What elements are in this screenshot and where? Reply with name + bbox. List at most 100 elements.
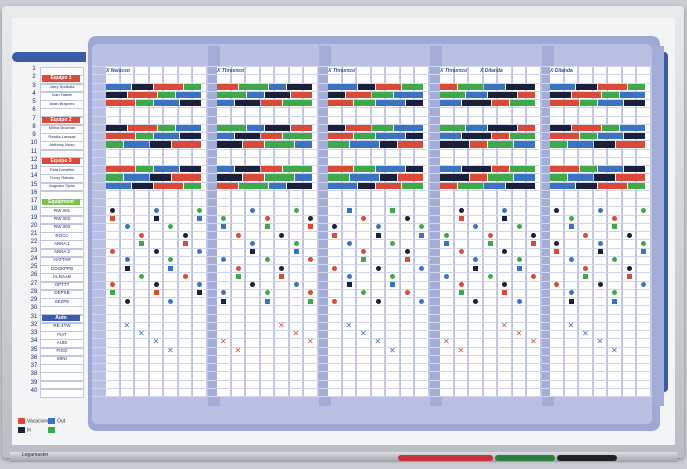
x-mark: ✕ — [152, 337, 160, 347]
person-name: Rastila Larssac — [48, 133, 76, 139]
round-magnet — [346, 240, 352, 246]
row-number: 22 — [30, 239, 38, 246]
magnet-strip — [466, 124, 487, 131]
magnet-strip — [380, 174, 397, 181]
magnet-strip — [462, 100, 491, 107]
magnet-strip — [106, 124, 127, 131]
group-label: Equipo 3 — [42, 157, 80, 164]
x-mark: ✕ — [530, 337, 537, 347]
square-magnet — [346, 207, 352, 213]
magnet-strip — [154, 100, 179, 107]
magnet-strip — [287, 83, 312, 90]
square-magnet — [473, 265, 478, 271]
magnet-strip — [598, 100, 623, 107]
magnet-strip — [550, 91, 571, 98]
magnet-strip — [283, 166, 312, 173]
x-mark: ✕ — [360, 329, 367, 338]
square-magnet — [516, 265, 522, 271]
magnet-strip — [124, 141, 149, 148]
black-marker[interactable] — [557, 455, 617, 461]
magnet-strip — [398, 141, 423, 148]
magnet-strip — [372, 124, 393, 131]
magnet-strip — [287, 182, 312, 189]
magnet-strip — [492, 133, 509, 140]
magnet-strip — [354, 100, 375, 107]
schedule-header: X Neiasso — [106, 68, 130, 74]
square-magnet — [375, 232, 381, 238]
row-number: 34 — [30, 338, 38, 345]
legend-swatch — [48, 418, 55, 424]
magnet-strip — [550, 174, 567, 181]
magnet-strip — [184, 83, 201, 90]
round-magnet — [583, 265, 588, 271]
magnet-strip — [602, 124, 619, 131]
magnet-strip — [616, 141, 645, 148]
left-header-bar — [12, 52, 86, 62]
round-magnet — [197, 207, 202, 213]
magnet-strip — [283, 133, 312, 140]
row-number: 2 — [32, 74, 36, 81]
magnet-strip — [406, 133, 423, 140]
green-marker[interactable] — [495, 455, 555, 461]
round-magnet — [139, 232, 144, 238]
magnet-strip — [580, 100, 597, 107]
magnet-strip — [265, 91, 290, 98]
round-magnet — [124, 298, 130, 304]
magnet-strip — [488, 174, 513, 181]
round-magnet — [458, 207, 464, 213]
magnet-strip — [328, 166, 353, 173]
row-number: 15 — [30, 181, 38, 188]
row-number: 12 — [30, 156, 38, 163]
square-magnet — [110, 290, 115, 296]
round-magnet — [332, 265, 337, 271]
magnet-strip — [217, 133, 234, 140]
magnet-strip — [506, 83, 535, 90]
magnet-strip — [261, 100, 282, 107]
magnet-strip — [470, 141, 487, 148]
x-mark: ✕ — [123, 320, 131, 330]
magnet-strip — [594, 141, 615, 148]
x-mark: ✕ — [374, 337, 382, 347]
row-number: 11 — [30, 148, 38, 155]
magnet-strip — [550, 124, 571, 131]
magnet-strip — [235, 133, 260, 140]
row-number: 16 — [30, 189, 38, 196]
round-magnet — [487, 232, 493, 238]
round-magnet — [554, 240, 559, 246]
magnet-strip — [380, 141, 397, 148]
magnet-strip — [594, 174, 615, 181]
round-magnet — [264, 257, 270, 263]
row-number: 26 — [30, 272, 38, 279]
row-line — [92, 156, 652, 158]
round-magnet — [641, 207, 646, 213]
magnet-strip — [136, 100, 153, 107]
row-number: 8 — [32, 123, 36, 130]
x-mark: ✕ — [167, 345, 174, 355]
round-magnet — [264, 216, 270, 221]
magnet-strip — [492, 166, 509, 173]
round-magnet — [182, 273, 188, 279]
equipment-name: ANNA 1 — [53, 240, 70, 246]
x-mark: ✕ — [292, 329, 300, 338]
magnet-strip — [488, 91, 517, 98]
magnet-strip — [372, 91, 393, 98]
row-number: 38 — [30, 371, 38, 378]
magnet-strip — [462, 166, 491, 173]
person-name: Forny Rabaio — [49, 174, 74, 180]
magnet-strip — [132, 182, 153, 189]
schedule-header: X Thrasnco — [328, 68, 356, 74]
round-magnet — [568, 257, 574, 263]
row-number: 32 — [30, 321, 38, 328]
magnet-strip — [283, 100, 312, 107]
magnet-strip — [128, 124, 157, 131]
red-marker[interactable] — [398, 455, 493, 461]
row-line — [92, 255, 652, 257]
magnet-strip — [180, 100, 201, 107]
magnet-strip — [346, 124, 371, 131]
row-line — [92, 330, 652, 331]
equipment-name: DOOKPPB — [50, 265, 74, 271]
magnet-strip — [158, 124, 175, 131]
row-number: 10 — [30, 140, 38, 147]
magnet-strip — [550, 100, 579, 107]
magnet-strip — [398, 174, 423, 181]
